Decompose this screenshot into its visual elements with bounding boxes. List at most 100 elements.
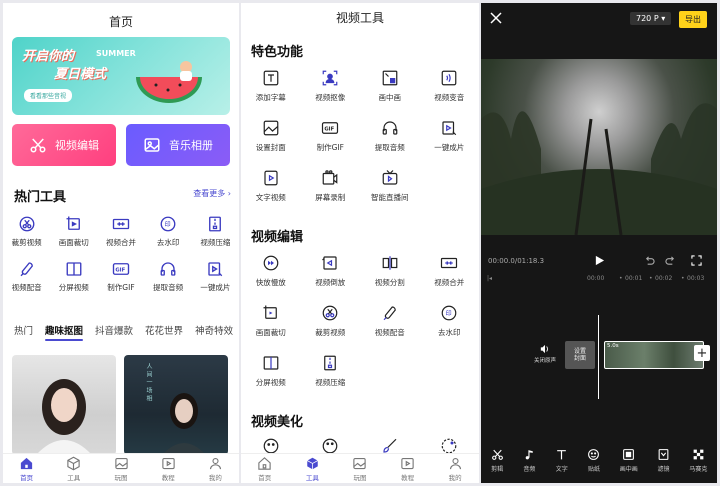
tool-cut[interactable]: 剪辑: [491, 448, 504, 473]
nav-mine[interactable]: 我的: [431, 454, 479, 483]
tool-item[interactable]: 提取音频: [145, 260, 192, 293]
template-thumbnail[interactable]: [12, 355, 116, 455]
template-thumbnail[interactable]: 人间一场相: [124, 355, 228, 455]
tool-item[interactable]: 裁剪视频: [3, 215, 50, 248]
music-album-button[interactable]: 音乐相册: [126, 124, 230, 166]
nav-tutorial[interactable]: 教程: [145, 454, 192, 483]
tool-item[interactable]: 一键成片: [192, 260, 239, 293]
tool-item[interactable]: 视频配音: [3, 260, 50, 293]
svg-text:印: 印: [165, 221, 171, 228]
tool-icon: [67, 456, 80, 470]
tool-pip[interactable]: 画中画: [620, 448, 638, 473]
tool-item[interactable]: 一键成片: [420, 119, 480, 153]
tool-item[interactable]: 提取音频: [360, 119, 420, 153]
tab-douyin[interactable]: 抖音爆款: [95, 323, 133, 337]
tab-hot[interactable]: 热门: [14, 323, 33, 337]
ruler-dot: •: [649, 275, 653, 282]
tool-label: 一键成片: [434, 143, 465, 152]
tool-label: 视频压缩: [200, 238, 231, 247]
nav-tools[interactable]: 工具: [289, 454, 337, 483]
tool-item[interactable]: 视频合并: [420, 254, 480, 288]
one-click-icon: [442, 121, 457, 136]
tool-item[interactable]: 视频压缩: [192, 215, 239, 248]
editor-screen: 720 P ▾ 导出 00:00.0/01:18.3 |◂ 00:00 • 00…: [481, 3, 717, 483]
nav-home[interactable]: 首页: [241, 454, 289, 483]
play-square-icon: [162, 457, 175, 469]
tool-item[interactable]: 画面裁切: [241, 304, 301, 338]
tool-label: 画中画: [378, 93, 402, 102]
banner-line1: 开启你的: [22, 49, 75, 64]
tool-mosaic[interactable]: 马赛克: [689, 448, 707, 473]
tool-item[interactable]: 分屏视频: [50, 260, 97, 293]
tool-item[interactable]: 画中画: [360, 69, 420, 103]
tool-label: 滤镜: [657, 466, 670, 473]
music-note-icon: [525, 450, 533, 460]
banner-pill: 看看那些音视: [24, 89, 73, 102]
tab-fun-cutout[interactable]: 趣味抠图: [45, 323, 84, 341]
headphone-icon: [160, 262, 176, 276]
tab-magic-effects[interactable]: 神奇特效: [195, 323, 233, 337]
nav-tools[interactable]: 工具: [50, 454, 97, 483]
tool-audio[interactable]: 音频: [523, 448, 536, 473]
tool-item[interactable]: 智能直播间: [360, 169, 420, 203]
tool-filter[interactable]: 滤镜: [657, 448, 670, 473]
tool-label: 画面裁切: [255, 328, 286, 337]
tool-item[interactable]: 屏幕录制: [301, 169, 361, 203]
nav-play-image[interactable]: 玩图: [97, 454, 144, 483]
nav-mine[interactable]: 我的: [192, 454, 239, 483]
tool-label: 剪辑: [491, 466, 504, 473]
tool-item[interactable]: 视频分割: [360, 254, 420, 288]
tool-item[interactable]: 裁剪视频: [301, 304, 361, 338]
nav-play-image[interactable]: 玩图: [336, 454, 384, 483]
play-icon[interactable]: [594, 255, 605, 266]
tool-item[interactable]: 印去水印: [420, 304, 480, 338]
tool-item[interactable]: GIF 制作GIF: [97, 260, 144, 293]
see-more-link[interactable]: 查看更多 ›: [193, 188, 231, 199]
summer-banner[interactable]: 开启你的 SUMMER 夏日模式 看看那些音视: [12, 37, 230, 115]
close-icon[interactable]: [489, 11, 503, 25]
tool-item[interactable]: 文字视频: [241, 169, 301, 203]
gif-icon: GIF: [322, 122, 339, 134]
export-button[interactable]: 导出: [679, 11, 707, 28]
scissors-icon: [491, 449, 503, 460]
svg-text:印: 印: [446, 310, 452, 317]
tool-sticker[interactable]: 贴纸: [587, 448, 600, 473]
split-screen-icon: [66, 262, 82, 276]
subtitle-icon: [263, 70, 279, 86]
portrait-matting-icon: [322, 70, 338, 86]
tool-item[interactable]: 视频抠像: [301, 69, 361, 103]
mute-toggle[interactable]: 关闭原声: [534, 344, 556, 364]
tool-item[interactable]: 快放慢放: [241, 254, 301, 288]
resolution-select[interactable]: 720 P ▾: [630, 12, 672, 25]
watermelon-illustration: [136, 61, 202, 103]
tool-label: 快放慢放: [255, 278, 286, 287]
scissors-icon: [30, 138, 46, 153]
tool-item[interactable]: GIF 制作GIF: [301, 119, 361, 153]
redo-icon[interactable]: [665, 255, 676, 266]
tool-item[interactable]: 视频变音: [420, 69, 480, 103]
set-cover-button[interactable]: 设置 封面: [565, 341, 595, 369]
tool-item[interactable]: 视频压缩: [301, 354, 361, 388]
tool-item[interactable]: 视频倒放: [301, 254, 361, 288]
tool-label: 视频合并: [434, 278, 465, 287]
video-edit-button[interactable]: 视频编辑: [12, 124, 116, 166]
fullscreen-icon[interactable]: [691, 255, 702, 266]
playhead[interactable]: [598, 315, 599, 399]
tool-item[interactable]: 设置封面: [241, 119, 301, 153]
tool-item[interactable]: 印 去水印: [145, 215, 192, 248]
tool-item[interactable]: 视频配音: [360, 304, 420, 338]
nav-home[interactable]: 首页: [3, 454, 50, 483]
video-clip-track[interactable]: 5.0s: [604, 341, 704, 369]
tab-flower-world[interactable]: 花花世界: [145, 323, 183, 337]
tool-item[interactable]: 画面裁切: [50, 215, 97, 248]
add-clip-button[interactable]: +: [694, 345, 710, 361]
nav-tutorial[interactable]: 教程: [384, 454, 432, 483]
tool-label: 去水印: [156, 238, 180, 247]
video-preview[interactable]: [481, 59, 717, 236]
tool-item[interactable]: 分屏视频: [241, 354, 301, 388]
tool-item[interactable]: 添加字幕: [241, 69, 301, 103]
tool-text[interactable]: 文字: [555, 448, 568, 473]
undo-icon[interactable]: [644, 255, 655, 266]
tool-item[interactable]: 视频合并: [97, 215, 144, 248]
tool-label: 视频压缩: [315, 378, 346, 387]
